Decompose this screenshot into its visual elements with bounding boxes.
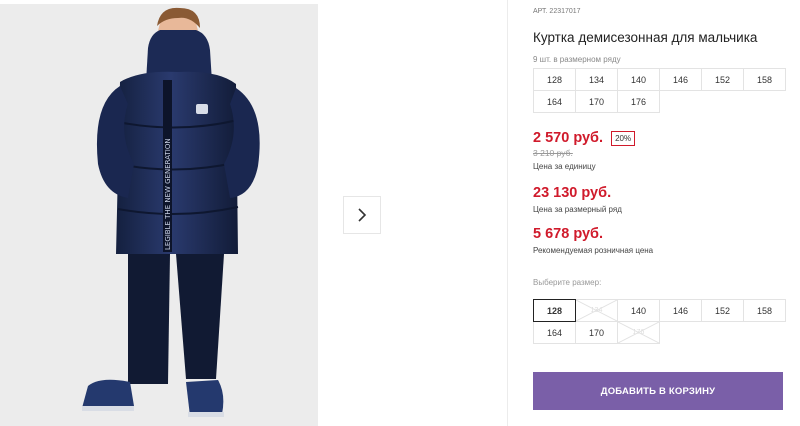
size-option-label: 152 bbox=[714, 305, 731, 316]
product-gallery: LEGIBLE THE NEW GENERATION bbox=[0, 0, 508, 426]
size-option-164[interactable]: 164 bbox=[533, 321, 576, 344]
size-option-152[interactable]: 152 bbox=[701, 299, 744, 322]
chevron-right-icon bbox=[358, 208, 367, 222]
size-picker: 128 134 140 146 152 158 164 170 176 bbox=[533, 299, 786, 344]
unavailable-cross-icon bbox=[618, 322, 659, 343]
boy-in-jacket-image: LEGIBLE THE NEW GENERATION bbox=[0, 4, 318, 426]
size-row-cell: 158 bbox=[743, 68, 786, 91]
size-row-cell: 164 bbox=[533, 90, 576, 113]
article-label: АРТ. bbox=[533, 8, 548, 15]
size-option-134: 134 bbox=[575, 299, 618, 322]
product-photo[interactable]: LEGIBLE THE NEW GENERATION bbox=[0, 4, 318, 426]
size-row-cell: 170 bbox=[575, 90, 618, 113]
size-option-170[interactable]: 170 bbox=[575, 321, 618, 344]
size-option-label: 158 bbox=[756, 305, 773, 316]
size-option-label: 128 bbox=[546, 305, 563, 316]
size-row-grid: 128 134 140 146 152 158 164 170 176 bbox=[533, 68, 789, 113]
row-price: 23 130 руб. bbox=[533, 185, 612, 201]
size-row-cell: 152 bbox=[701, 68, 744, 91]
svg-text:LEGIBLE THE NEW GENERATION: LEGIBLE THE NEW GENERATION bbox=[164, 138, 172, 250]
row-price-block: 23 130 руб. Цена за размерный ряд bbox=[533, 185, 622, 214]
size-row-caption: 9 шт. в размерном ряду bbox=[533, 55, 621, 64]
add-to-cart-button[interactable]: ДОБАВИТЬ В КОРЗИНУ bbox=[533, 372, 783, 410]
unit-price-label: Цена за единицу bbox=[533, 162, 596, 171]
size-option-label: 170 bbox=[588, 327, 605, 338]
unit-price: 2 570 руб. bbox=[533, 130, 604, 146]
rrp-price-label: Рекомендуемая розничная цена bbox=[533, 246, 654, 255]
size-option-158[interactable]: 158 bbox=[743, 299, 786, 322]
size-row-cell: 176 bbox=[617, 90, 660, 113]
size-picker-grid: 128 134 140 146 152 158 164 170 176 bbox=[533, 299, 786, 344]
size-row-cell: 146 bbox=[659, 68, 702, 91]
size-option-176: 176 bbox=[617, 321, 660, 344]
rrp-price: 5 678 руб. bbox=[533, 226, 604, 242]
size-option-label: 146 bbox=[672, 305, 689, 316]
article-number: АРТ. 22317017 bbox=[533, 8, 581, 15]
row-price-label: Цена за размерный ряд bbox=[533, 205, 622, 214]
size-option-140[interactable]: 140 bbox=[617, 299, 660, 322]
next-image-button[interactable] bbox=[343, 196, 381, 234]
article-value: 22317017 bbox=[549, 8, 581, 15]
unit-price-block: 2 570 руб. 20% 3 210 руб. Цена за единиц… bbox=[533, 130, 636, 171]
size-row-cell: 128 bbox=[533, 68, 576, 91]
size-picker-caption: Выберите размер: bbox=[533, 278, 602, 287]
size-row-info: 9 шт. в размерном ряду 128 134 140 146 1… bbox=[533, 55, 789, 113]
size-option-label: 140 bbox=[630, 305, 647, 316]
size-option-label: 164 bbox=[546, 327, 563, 338]
unavailable-cross-icon bbox=[576, 300, 617, 321]
divider bbox=[507, 0, 508, 426]
size-option-146[interactable]: 146 bbox=[659, 299, 702, 322]
old-price: 3 210 руб. bbox=[533, 148, 573, 158]
discount-badge: 20% bbox=[611, 130, 636, 146]
size-row-cell: 134 bbox=[575, 68, 618, 91]
product-title: Куртка демисезонная для мальчика bbox=[533, 30, 758, 45]
rrp-price-block: 5 678 руб. Рекомендуемая розничная цена bbox=[533, 226, 653, 255]
size-option-128[interactable]: 128 bbox=[533, 299, 576, 322]
size-row-cell: 140 bbox=[617, 68, 660, 91]
